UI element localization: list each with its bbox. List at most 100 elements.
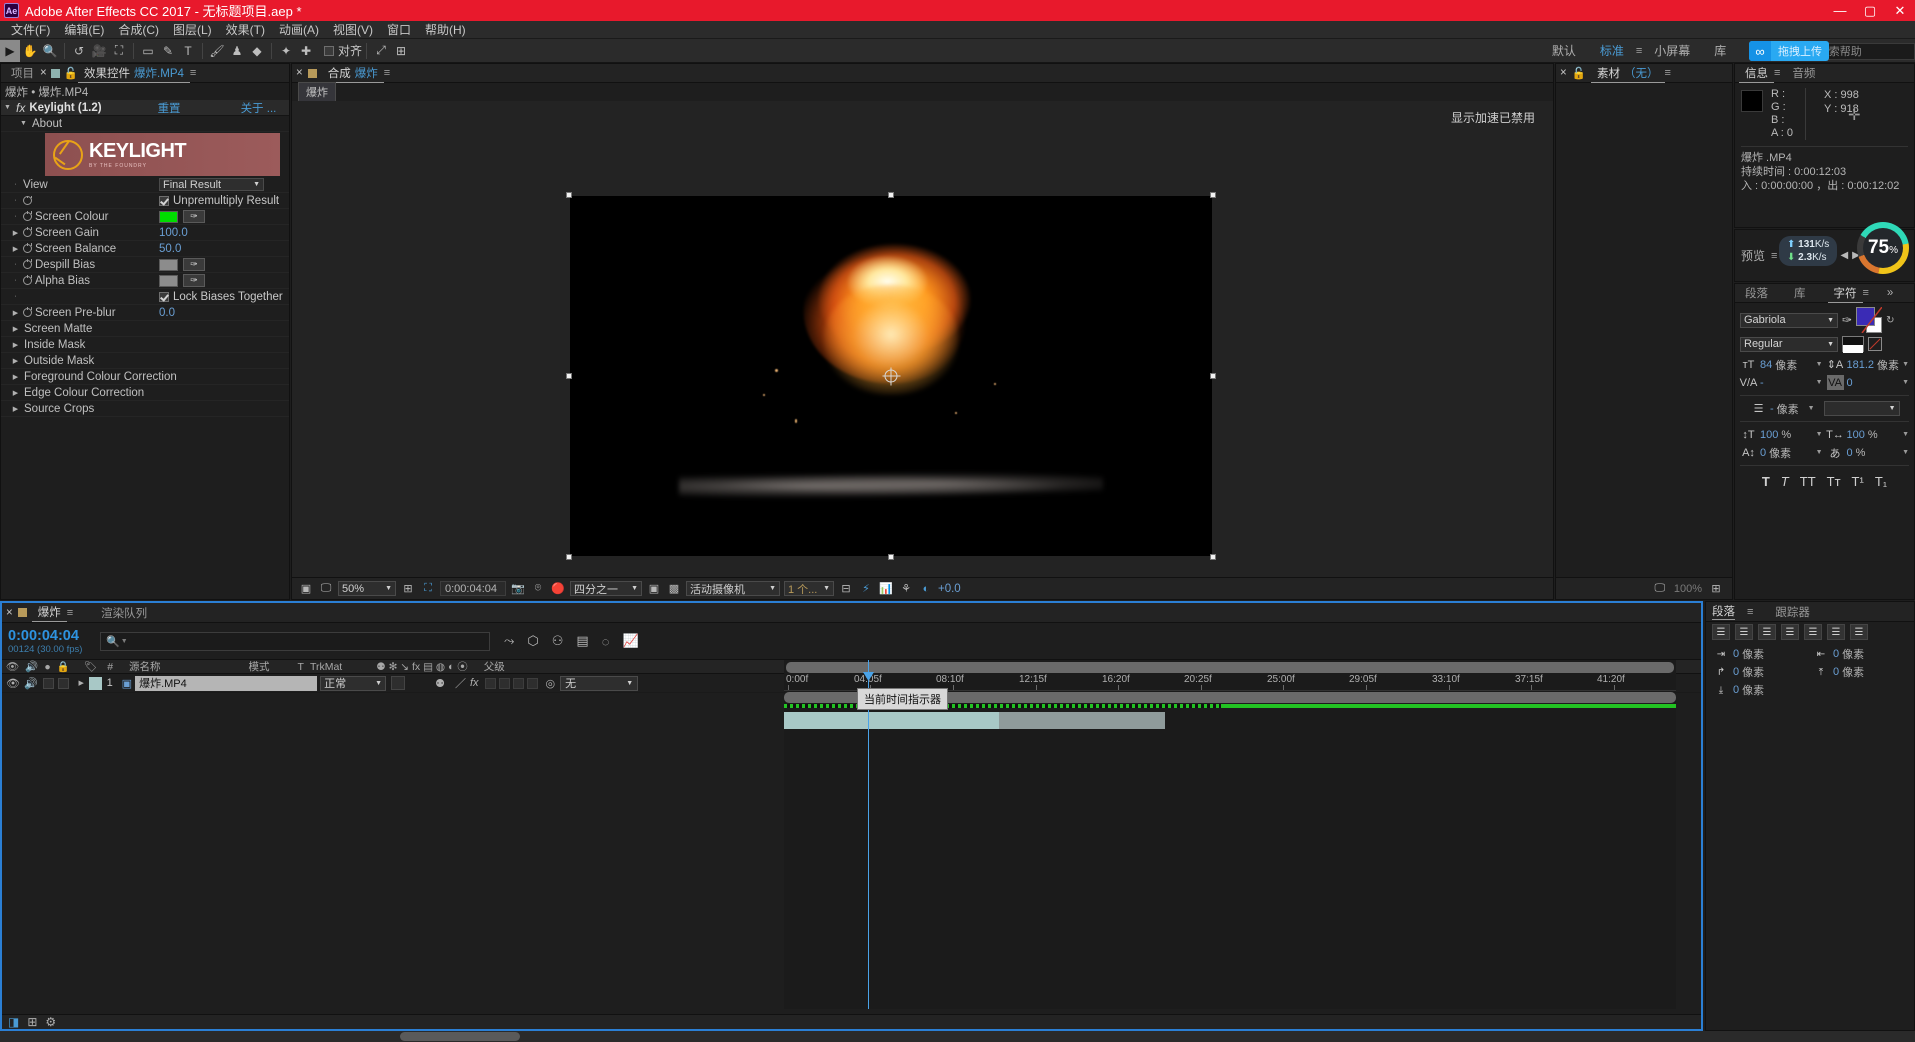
tab-paragraph[interactable]: 段落 — [1739, 284, 1774, 303]
graph-editor-icon[interactable]: 📈 — [622, 633, 638, 649]
baseline-shift-field[interactable]: A↕ 0 像素 ▼ — [1740, 444, 1823, 461]
timeline-menu-icon[interactable]: ≡ — [67, 607, 73, 619]
current-time-display[interactable]: 0:00:04:04 00124 (30.00 fps) — [2, 628, 100, 655]
layer-label-swatch[interactable] — [88, 676, 102, 690]
expand-triangle-icon[interactable]: ▶ — [11, 325, 20, 333]
stopwatch-icon[interactable] — [23, 226, 32, 237]
stopwatch-icon[interactable] — [23, 242, 32, 253]
faux-italic-button[interactable]: T — [1781, 474, 1789, 489]
selection-handle[interactable] — [888, 192, 894, 198]
subscript-button[interactable]: T₁ — [1875, 474, 1887, 489]
tab-effect-controls[interactable]: 效果控件 爆炸.MP4 — [78, 64, 190, 83]
layer-audio-toggle[interactable]: 🔊 — [24, 677, 38, 690]
alpha-bias-swatch[interactable] — [159, 274, 178, 287]
timeline-frame-render-icon[interactable]: ⊞ — [27, 1015, 37, 1029]
timeline-graph-icon[interactable]: ⚙ — [45, 1015, 56, 1029]
info-menu-icon[interactable]: ≡ — [1774, 67, 1780, 79]
previous-frame-icon[interactable]: ◀ — [1840, 250, 1848, 261]
horizontal-scrollbar[interactable] — [0, 1031, 1915, 1042]
zoom-tool-icon[interactable]: 🔍 — [40, 40, 60, 62]
selection-handle[interactable] — [566, 373, 572, 379]
composition-menu-icon[interactable]: ≡ — [384, 67, 390, 79]
effect-reset-link[interactable]: 重置 — [158, 100, 181, 116]
menu-edit[interactable]: 编辑(E) — [57, 21, 111, 39]
superscript-button[interactable]: T¹ — [1852, 474, 1864, 489]
all-caps-button[interactable]: TT — [1800, 474, 1816, 489]
view-select[interactable]: Final Result ▼ — [159, 178, 264, 191]
screen-preblur-value[interactable]: 0.0 — [159, 307, 175, 319]
layer-duration-bar-trimmed[interactable] — [999, 712, 1165, 729]
section-screen-matte[interactable]: ▶ Screen Matte — [1, 321, 289, 337]
exposure-value[interactable]: +0.0 — [938, 583, 961, 595]
hand-tool-icon[interactable]: ✋ — [20, 40, 40, 62]
chevron-down-icon[interactable]: ▼ — [1902, 379, 1909, 386]
timeline-zoom-scrollbar[interactable] — [786, 662, 1674, 673]
timeline-graph-area[interactable]: 0:00f 04:05f 08:10f 12:15f 16:20f 20:25f… — [784, 660, 1676, 1009]
pixel-aspect-icon[interactable]: ⊟ — [838, 581, 854, 596]
workspace-standard[interactable]: 标准 — [1588, 39, 1636, 63]
kerning-field[interactable]: V/A - ▼ — [1740, 374, 1823, 391]
expand-triangle-icon[interactable]: ▶ — [11, 229, 20, 237]
stroke-width-field[interactable]: ☰ - 像素 ▼ ▼ — [1740, 400, 1909, 417]
lock-icon[interactable]: 🔓 — [64, 66, 78, 80]
horizontal-scale-field[interactable]: T↔ 100 % ▼ — [1826, 426, 1909, 443]
default-fill-stroke-icon[interactable] — [1842, 336, 1864, 353]
roto-brush-tool-icon[interactable]: ✦ — [276, 40, 296, 62]
composition-mini-flowchart-icon[interactable]: ⤳ — [504, 633, 514, 649]
zoom-select[interactable]: 50% ▼ — [338, 581, 396, 596]
tab-paragraph[interactable]: 段落 — [1712, 603, 1735, 620]
align-right-icon[interactable]: ☰ — [1758, 624, 1776, 640]
small-caps-button[interactable]: Tт — [1827, 474, 1841, 489]
grid-guides-icon[interactable]: ⊞ — [400, 581, 416, 596]
region-interest-icon[interactable]: ▣ — [646, 581, 662, 596]
close-tab-icon[interactable]: × — [40, 67, 47, 79]
menu-layer[interactable]: 图层(L) — [166, 21, 219, 39]
stopwatch-icon[interactable] — [23, 274, 32, 285]
chevron-down-icon[interactable]: ▼ — [1808, 405, 1815, 412]
composition-breadcrumb-chip[interactable]: 爆炸 — [298, 82, 336, 102]
layer-3d-layer-switch[interactable] — [526, 677, 538, 689]
indent-right-field[interactable]: ⇤ 0 像素 — [1812, 646, 1908, 662]
stopwatch-icon[interactable] — [23, 210, 32, 221]
footage-menu-icon[interactable]: ≡ — [1665, 67, 1671, 79]
tab-render-queue[interactable]: 渲染队列 — [95, 603, 153, 622]
no-fill-icon[interactable] — [1868, 337, 1882, 351]
frame-blending-icon[interactable]: ▤ — [576, 633, 588, 649]
menu-composition[interactable]: 合成(C) — [111, 21, 166, 39]
keylight-effect-header[interactable]: ▼ fx Keylight (1.2) 重置 关于 ... — [1, 100, 289, 116]
toggle-switches-modes-icon[interactable]: ◨ — [8, 1015, 19, 1029]
type-tool-icon[interactable]: T — [178, 40, 198, 62]
alpha-bias-eyedropper-icon[interactable]: ✑ — [183, 274, 205, 287]
chevron-down-icon[interactable]: ▼ — [1816, 449, 1823, 456]
space-before-field[interactable]: ⤒ 0 像素 — [1812, 664, 1908, 680]
layer-duration-bar[interactable] — [784, 712, 999, 729]
tab-composition[interactable]: 合成 爆炸 — [321, 64, 384, 83]
tab-audio[interactable]: 音频 — [1786, 64, 1821, 83]
region-of-interest-icon[interactable]: ⛶ — [420, 581, 436, 596]
selection-tool-icon[interactable]: ▶ — [0, 39, 20, 62]
effect-controls-menu-icon[interactable]: ≡ — [190, 67, 196, 79]
character-overflow-icon[interactable]: » — [1887, 287, 1893, 299]
pen-tool-icon[interactable]: ✎ — [158, 40, 178, 62]
snapping-checkbox[interactable] — [324, 45, 334, 56]
selection-handle[interactable] — [566, 192, 572, 198]
selection-handle[interactable] — [1210, 554, 1216, 560]
expand-triangle-icon[interactable]: ▶ — [11, 373, 20, 381]
menu-effect[interactable]: 效果(T) — [219, 21, 272, 39]
font-size-field[interactable]: ᴛT 84 像素 ▼ — [1740, 356, 1823, 373]
workspace-small-screen[interactable]: 小屏幕 — [1642, 39, 1702, 63]
clone-stamp-tool-icon[interactable]: ♟ — [227, 40, 247, 62]
screen-gain-value[interactable]: 100.0 — [159, 227, 188, 239]
resolution-select[interactable]: 四分之一 ▼ — [570, 581, 642, 596]
justify-last-left-icon[interactable]: ☰ — [1781, 624, 1799, 640]
unpremultiply-checkbox[interactable] — [159, 195, 169, 206]
section-outside-mask[interactable]: ▶ Outside Mask — [1, 353, 289, 369]
views-select[interactable]: 1 个... ▼ — [784, 581, 834, 596]
exposure-icon[interactable]: ◐ — [918, 581, 934, 596]
chevron-down-icon[interactable]: ▼ — [1816, 379, 1823, 386]
eyedropper-icon[interactable]: ✑ — [1842, 313, 1852, 327]
footage-grid-icon[interactable]: ⊞ — [1708, 581, 1724, 596]
layer-source-name[interactable]: 爆炸.MP4 — [135, 675, 318, 691]
tab-footage[interactable]: 素材 （无） — [1591, 64, 1665, 83]
snapshot-icon[interactable]: 📷 — [510, 581, 526, 596]
